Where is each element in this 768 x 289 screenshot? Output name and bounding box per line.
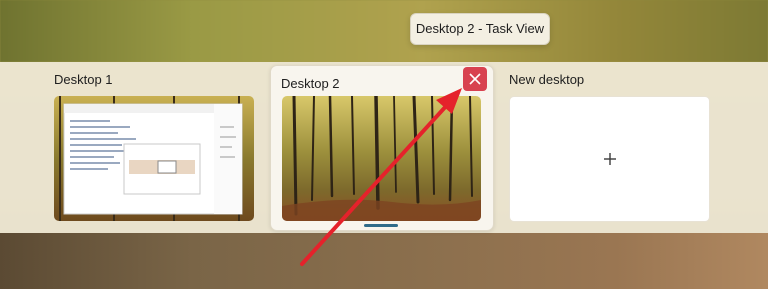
desktop-1-tile[interactable]: Desktop 1 [54, 62, 266, 233]
desktop-1-label: Desktop 1 [54, 72, 113, 87]
task-view-tooltip: Desktop 2 - Task View [410, 13, 550, 45]
wallpaper-top [0, 0, 768, 62]
desktop-2-tile[interactable]: Desktop 2 [270, 65, 494, 231]
desktop-2-label: Desktop 2 [281, 76, 340, 91]
plus-icon [603, 153, 616, 165]
desktop-1-thumbnail[interactable] [54, 96, 254, 221]
new-desktop-label: New desktop [509, 72, 585, 87]
wallpaper-bottom [0, 233, 768, 289]
active-desktop-indicator [364, 224, 398, 227]
desktop-2-thumbnail[interactable] [282, 96, 481, 221]
close-icon [469, 73, 481, 85]
new-desktop-button[interactable] [509, 96, 710, 222]
close-desktop-2-button[interactable] [463, 67, 487, 91]
